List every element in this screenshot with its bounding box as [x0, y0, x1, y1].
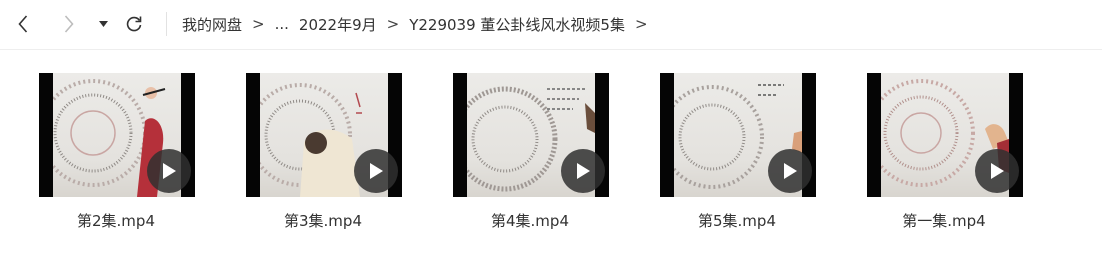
refresh-icon [126, 16, 142, 32]
play-icon [163, 163, 176, 179]
file-tile[interactable]: 第3集.mp4 [233, 72, 413, 240]
forward-button[interactable] [62, 13, 76, 35]
breadcrumb-separator: > [634, 15, 648, 33]
back-button[interactable] [16, 13, 30, 35]
file-name: 第5集.mp4 [698, 212, 776, 230]
breadcrumb: 我的网盘 > ... 2022年9月 > Y229039 董公卦线风水视频5集 … [182, 13, 658, 35]
chevron-left-icon [18, 15, 28, 33]
breadcrumb-separator: > [386, 15, 400, 33]
play-icon [784, 163, 797, 179]
history-dropdown-button[interactable] [97, 13, 109, 35]
toolbar-divider [166, 12, 167, 36]
caret-down-icon [98, 21, 108, 27]
play-button[interactable] [354, 149, 398, 193]
file-grid: 第2集.mp4 第3集.mp4 第4集.mp4 第5集.mp4 第一集.mp4 [0, 72, 1102, 242]
play-button[interactable] [561, 149, 605, 193]
play-button[interactable] [147, 149, 191, 193]
breadcrumb-item-root[interactable]: 我的网盘 [182, 14, 242, 35]
play-icon [991, 163, 1004, 179]
video-thumbnail [867, 73, 1023, 197]
file-tile[interactable]: 第一集.mp4 [854, 72, 1034, 240]
play-button[interactable] [768, 149, 812, 193]
navigation-toolbar: 我的网盘 > ... 2022年9月 > Y229039 董公卦线风水视频5集 … [0, 0, 1102, 50]
video-thumbnail [39, 73, 195, 197]
file-name: 第2集.mp4 [77, 212, 155, 230]
play-icon [370, 163, 383, 179]
video-thumbnail [453, 73, 609, 197]
video-thumbnail [246, 73, 402, 197]
breadcrumb-separator: > [252, 15, 265, 33]
file-tile[interactable]: 第4集.mp4 [440, 72, 620, 240]
play-button[interactable] [975, 149, 1019, 193]
breadcrumb-item-month[interactable]: 2022年9月 [299, 14, 377, 35]
file-tile[interactable]: 第5集.mp4 [647, 72, 827, 240]
file-name: 第3集.mp4 [284, 212, 362, 230]
breadcrumb-item-ellipsis[interactable]: ... [275, 15, 289, 33]
file-tile[interactable]: 第2集.mp4 [26, 72, 206, 240]
file-name: 第4集.mp4 [491, 212, 569, 230]
refresh-button[interactable] [124, 13, 144, 35]
video-thumbnail [660, 73, 816, 197]
file-name: 第一集.mp4 [902, 212, 986, 230]
chevron-right-icon [64, 15, 74, 33]
play-icon [577, 163, 590, 179]
breadcrumb-item-current-folder[interactable]: Y229039 董公卦线风水视频5集 [409, 14, 625, 35]
